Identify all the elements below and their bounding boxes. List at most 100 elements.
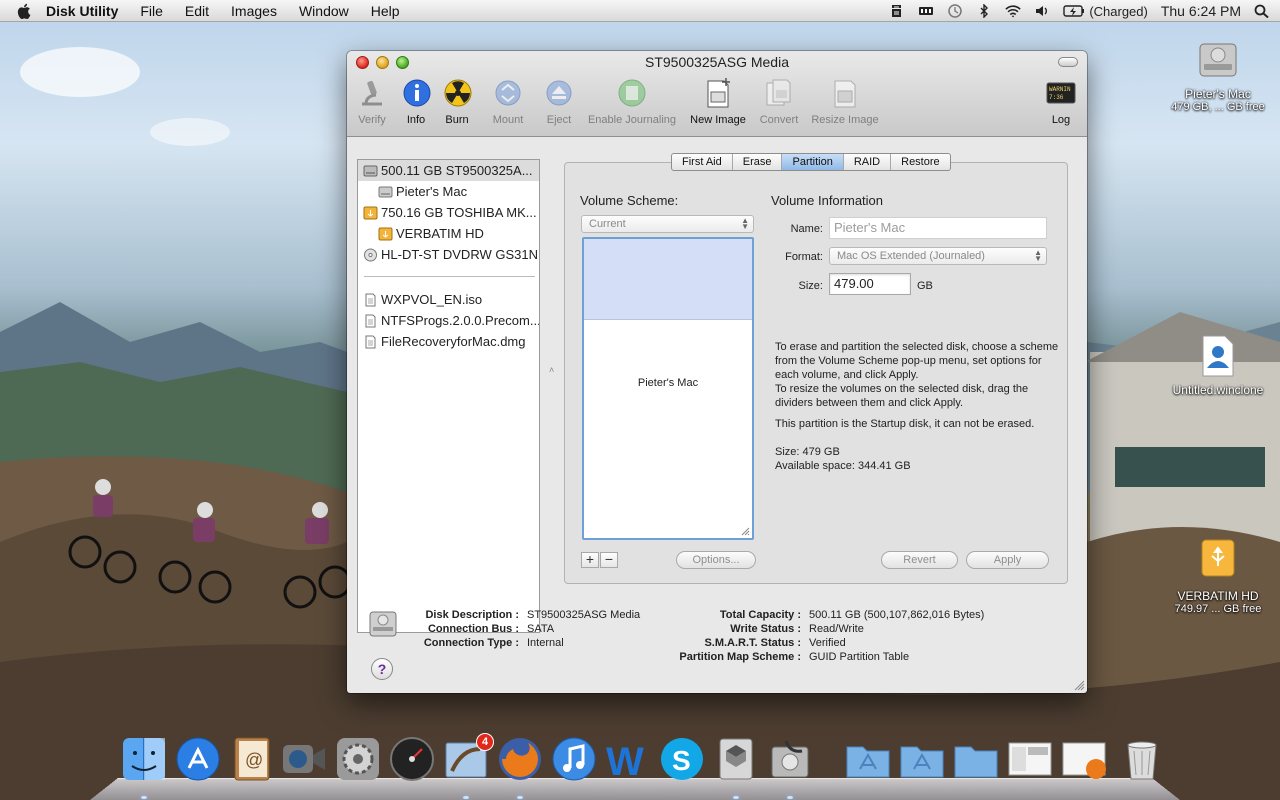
resize-image-button[interactable]: Resize Image [809, 77, 881, 126]
dock: @ 4 W S [90, 733, 1180, 800]
facetime-icon[interactable] [280, 735, 328, 783]
toolbar-label: Info [406, 114, 426, 126]
help-button[interactable]: ? [371, 658, 393, 680]
time-machine-icon[interactable] [947, 4, 963, 18]
remove-partition-button[interactable]: − [600, 552, 618, 568]
options-button[interactable]: Options... [676, 551, 756, 569]
downloads-folder-icon[interactable] [952, 735, 1000, 783]
system-preferences-icon[interactable] [334, 735, 382, 783]
dashboard-icon[interactable] [388, 735, 436, 783]
available-space-text: Available space: 344.41 GB [775, 460, 911, 472]
startup-disk-note: This partition is the Startup disk, it c… [775, 418, 1035, 430]
menu-edit[interactable]: Edit [185, 3, 209, 19]
menu-help[interactable]: Help [371, 3, 400, 19]
battery-icon[interactable] [1063, 4, 1085, 18]
sidebar-item-label: FileRecoveryforMac.dmg [381, 334, 526, 349]
info-button[interactable]: Info [401, 77, 431, 126]
sidebar-item-optical-drive[interactable]: HL-DT-ST DVDRW GS31N [358, 244, 539, 265]
desktop-icon-label: VERBATIM HD [1177, 589, 1259, 603]
finder-icon[interactable] [120, 735, 168, 783]
address-book-icon[interactable]: @ [228, 735, 276, 783]
desktop-icon-verbatim-hd[interactable]: VERBATIM HD 749.97 ... GB free [1168, 538, 1268, 615]
sidebar-item-verbatim-hd[interactable]: VERBATIM HD [358, 223, 539, 244]
sidebar-item-image-filerecovery[interactable]: FileRecoveryforMac.dmg [358, 331, 539, 352]
optical-drive-icon [364, 248, 377, 261]
size-label: Size: [798, 280, 823, 292]
partition-block-label[interactable]: Pieter's Mac [584, 377, 752, 389]
convert-button[interactable]: Convert [757, 77, 801, 126]
toolbar-label: Resize Image [811, 114, 879, 126]
name-field[interactable]: Pieter's Mac [829, 217, 1047, 239]
eject-button[interactable]: Eject [543, 77, 575, 126]
volume-scheme-popup[interactable]: Current ▲ ▼ [581, 215, 754, 233]
disk-utility-icon[interactable] [766, 735, 814, 783]
tab-raid[interactable]: RAID [844, 154, 892, 170]
window-resize-grip-icon[interactable] [1074, 680, 1085, 691]
volume-scheme-map[interactable]: Pieter's Mac [582, 237, 754, 540]
itunes-icon[interactable] [550, 735, 598, 783]
sidebar-item-pieters-mac[interactable]: Pieter's Mac [358, 181, 539, 202]
partition-size-text: Size: 479 GB [775, 446, 840, 458]
add-partition-button[interactable]: + [581, 552, 599, 568]
svg-text:S: S [672, 745, 691, 776]
popup-arrows-icon: ▲ ▼ [1034, 248, 1042, 263]
applications-folder-icon[interactable] [844, 735, 892, 783]
toolbar-toggle-button[interactable] [1058, 57, 1078, 67]
verify-button[interactable]: Verify [355, 77, 389, 126]
clock[interactable]: Thu 6:24 PM [1161, 3, 1241, 19]
connection-type-label: Connection Type : [423, 637, 519, 649]
total-capacity-value: 500.11 GB (500,107,862,016 Bytes) [809, 609, 985, 621]
format-popup[interactable]: Mac OS Extended (Journaled) ▲ ▼ [829, 247, 1047, 265]
enable-journaling-button[interactable]: Enable Journaling [585, 77, 679, 126]
word-icon[interactable]: W [604, 735, 652, 783]
bluetooth-icon[interactable] [976, 4, 992, 18]
sidebar-item-toshiba-disk[interactable]: 750.16 GB TOSHIBA MK... [358, 202, 539, 223]
menu-window[interactable]: Window [299, 3, 349, 19]
screenshot-stack-icon[interactable] [1006, 735, 1054, 783]
hard-drive-icon [1199, 43, 1237, 77]
info-icon [403, 79, 431, 107]
tab-first-aid[interactable]: First Aid [672, 154, 733, 170]
revert-button[interactable]: Revert [881, 551, 958, 569]
memory-icon[interactable] [918, 4, 934, 18]
apple-menu-icon[interactable] [16, 2, 34, 20]
battery-status[interactable]: (Charged) [1089, 4, 1148, 19]
menu-file[interactable]: File [140, 3, 163, 19]
trash-icon[interactable] [1118, 735, 1166, 783]
sidebar-item-image-ntfsprogs[interactable]: NTFSProgs.2.0.0.Precom... [358, 310, 539, 331]
log-button[interactable]: WARNIN 7:36 Log [1041, 77, 1081, 126]
toolbar-label: Eject [546, 114, 572, 126]
disk-description-value: ST9500325ASG Media [527, 609, 641, 621]
volume-icon[interactable] [1034, 4, 1050, 18]
svg-text:W: W [606, 740, 644, 783]
log-icon-text: WARNIN [1049, 86, 1071, 93]
skype-icon[interactable]: S [658, 735, 706, 783]
split-view-divider-handle[interactable]: ˄ [549, 365, 554, 375]
resize-image-icon [834, 80, 856, 108]
mount-button[interactable]: Mount [491, 77, 525, 126]
menu-app-name[interactable]: Disk Utility [46, 3, 118, 19]
sidebar-item-image-wxpvol[interactable]: WXPVOL_EN.iso [358, 289, 539, 310]
tab-erase[interactable]: Erase [733, 154, 783, 170]
firefox-download-stack-icon[interactable] [1060, 735, 1108, 783]
spotlight-search-icon[interactable] [1254, 4, 1270, 18]
resize-grip-icon[interactable] [741, 527, 750, 536]
tab-restore[interactable]: Restore [891, 154, 950, 170]
apply-button[interactable]: Apply [966, 551, 1049, 569]
wifi-icon[interactable] [1005, 4, 1022, 18]
menu-images[interactable]: Images [231, 3, 277, 19]
desktop-icon-pieters-mac[interactable]: Pieter's Mac 479 GB, ... GB free [1168, 38, 1268, 113]
tab-partition[interactable]: Partition [782, 154, 844, 170]
boot-camp-assistant-icon[interactable] [712, 735, 760, 783]
window-toolbar: ST9500325ASG Media Verify Info Burn Moun… [347, 51, 1087, 137]
script-menu-icon[interactable] [889, 4, 905, 18]
burn-button[interactable]: Burn [442, 77, 472, 126]
toolbar-label: Burn [445, 114, 469, 126]
sidebar-item-internal-disk[interactable]: 500.11 GB ST9500325A... [358, 160, 539, 181]
app-store-icon[interactable] [174, 735, 222, 783]
size-field[interactable]: 479.00 [829, 273, 911, 295]
firefox-icon[interactable] [496, 735, 544, 783]
desktop-icon-winclone[interactable]: Untitled.winclone [1168, 334, 1268, 397]
new-image-button[interactable]: New Image [687, 77, 749, 126]
documents-folder-icon[interactable] [898, 735, 946, 783]
